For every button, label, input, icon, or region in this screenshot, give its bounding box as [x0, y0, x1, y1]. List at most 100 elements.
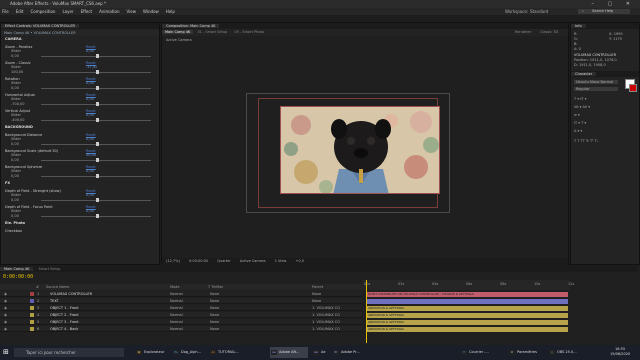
view-select[interactable]: 1 View	[271, 259, 291, 263]
clock[interactable]: 18:55 19/06/2020	[610, 347, 630, 357]
slider-handle[interactable]	[96, 214, 99, 218]
slider-handle[interactable]	[96, 70, 99, 74]
layer-name[interactable]: OBJECT 4 - Back	[50, 326, 78, 332]
slider-handle[interactable]	[96, 86, 99, 90]
layer-mode[interactable]: Normal	[170, 312, 183, 318]
timeline-layer-row[interactable]: 2 TEXT Normal None None ◉	[0, 298, 362, 304]
resolution-select[interactable]: Quarter	[213, 259, 235, 263]
layer-name[interactable]: OBJECT 1 - Front	[50, 305, 79, 311]
exposure-value[interactable]: +0,0	[292, 259, 309, 263]
menu-effect[interactable]: Effect	[81, 9, 93, 14]
baseline-icon[interactable]: A ▾ ▾	[574, 129, 582, 133]
timeline-timecode[interactable]: 0:00:00:00	[3, 274, 33, 280]
layer-trkmat[interactable]: None	[210, 298, 219, 304]
effect-value[interactable]: 0,00	[86, 113, 94, 117]
tab-character[interactable]: Character	[571, 72, 597, 76]
tab-info[interactable]: Info	[571, 24, 586, 28]
text-style-buttons[interactable]: T T TT Tr T¹ T₁	[574, 139, 598, 143]
layer-parent[interactable]: 1. VOLUMAX CO	[312, 312, 340, 318]
visibility-eye-icon[interactable]: ◉	[4, 312, 7, 318]
layer-duration-bar[interactable]	[366, 298, 568, 304]
effect-value[interactable]: 0,00	[86, 81, 94, 85]
window-controls[interactable]: – ▢ ✕	[591, 0, 636, 8]
taskbar-app-button[interactable]: ▤ Explorateur	[135, 347, 169, 358]
font-style-select[interactable]: Regular	[574, 87, 618, 91]
slider-handle[interactable]	[96, 174, 99, 178]
visibility-eye-icon[interactable]: ◉	[4, 319, 7, 325]
layer-trkmat[interactable]: None	[210, 305, 219, 311]
taskbar-app-button[interactable]: Ps Dog_Alph...	[172, 347, 206, 358]
font-select[interactable]: Ubuntu Mono Normal	[574, 80, 618, 84]
layer-color-label[interactable]	[30, 327, 34, 331]
layer-parent[interactable]: None	[312, 298, 321, 304]
effect-value[interactable]: 0,00	[86, 209, 94, 213]
taskbar-app-button[interactable]: ◍ OBS 25.0...	[548, 347, 582, 358]
layer-duration-bar[interactable]: ANIMATION & SETTINGS	[366, 319, 568, 325]
layer-trkmat[interactable]: None	[210, 319, 219, 325]
layer-name[interactable]: OBJECT 2 - Front	[50, 312, 79, 318]
layer-mode[interactable]: Normal	[170, 291, 183, 297]
taskbar-app-button[interactable]: ✉ Courrier -...	[460, 347, 494, 358]
layer-trkmat[interactable]: None	[210, 291, 219, 297]
layer-parent[interactable]: 1. VOLUMAX CO	[312, 305, 340, 311]
slider-handle[interactable]	[96, 158, 99, 162]
slider-handle[interactable]	[96, 198, 99, 202]
taskbar-app-button[interactable]: Ae Adobe Aft...	[270, 347, 308, 358]
taskbar-search-input[interactable]: Taper ici pour rechercher	[14, 348, 124, 357]
scale-icon[interactable]: IT ▾ T ▾	[574, 121, 586, 125]
subtab-main-comp[interactable]: Main Comp 4K	[162, 30, 194, 34]
layer-mode[interactable]: Normal	[170, 319, 183, 325]
stroke-width-icon[interactable]: ≡ ▾	[574, 113, 580, 117]
layer-duration-bar[interactable]: ANIMATION & SETTINGS	[366, 326, 568, 332]
menu-composition[interactable]: Composition	[30, 9, 55, 14]
subtab-smart-photo[interactable]: 05 - Smart Photo	[231, 30, 267, 34]
timeline-layer-row[interactable]: 4 OBJECT 2 - Front Normal None 1. VOLUMAX CO…	[0, 312, 362, 318]
layer-duration-bar[interactable]: DON'T DISTRIBUTE ON VOLUMAX CONTROLLER :…	[366, 291, 568, 297]
timeline-layer-row[interactable]: 3 OBJECT 1 - Front Normal None 1. VOLUMAX CO…	[0, 305, 362, 311]
layer-mode[interactable]: Normal	[170, 305, 183, 311]
layer-mode[interactable]: Normal	[170, 326, 183, 332]
effect-value[interactable]: 50,00	[86, 153, 96, 157]
effect-value[interactable]: -17,92	[86, 65, 97, 69]
visibility-eye-icon[interactable]: ◉	[4, 291, 7, 297]
taskbar-app-button[interactable]: Pr Adobe Pr...	[332, 347, 366, 358]
comp-timecode[interactable]: 0:00:00:00	[185, 259, 212, 263]
subtab-smart-setup[interactable]: 01 - Smart Setup	[194, 30, 230, 34]
timeline-layer-row[interactable]: 5 OBJECT 3 - Front Normal None 1. VOLUMAX CO…	[0, 319, 362, 325]
visibility-eye-icon[interactable]: ◉	[4, 298, 7, 304]
menu-file[interactable]: File	[2, 9, 9, 14]
search-help-input[interactable]: ⌕ Search Help	[578, 9, 630, 14]
tab-smart-setup[interactable]: Smart Setup	[34, 267, 64, 271]
menu-view[interactable]: View	[127, 9, 137, 14]
layer-color-label[interactable]	[30, 292, 34, 296]
timeline-layer-row[interactable]: 6 OBJECT 4 - Back Normal None 1. VOLUMAX CO ◉	[0, 326, 362, 332]
renderer-value[interactable]: Classic 3D	[537, 29, 561, 36]
tab-main-comp[interactable]: Main Comp 4K	[0, 267, 34, 271]
slider-handle[interactable]	[96, 102, 99, 106]
layer-trkmat[interactable]: None	[210, 326, 219, 332]
effect-value[interactable]: 0,00	[86, 193, 94, 197]
camera-select[interactable]: Active Camera	[236, 259, 270, 263]
effect-value[interactable]: 0,00	[86, 169, 94, 173]
layer-trkmat[interactable]: None	[210, 312, 219, 318]
layer-color-label[interactable]	[30, 306, 34, 310]
layer-name[interactable]: VOLUMAX CONTROLLER	[50, 291, 92, 297]
layer-name[interactable]: TEXT	[50, 298, 59, 304]
slider-handle[interactable]	[96, 54, 99, 58]
slider-handle[interactable]	[96, 118, 99, 122]
tracking-icon[interactable]: VA ▾ AV ▾	[574, 105, 590, 109]
layer-color-label[interactable]	[30, 299, 34, 303]
layer-parent[interactable]: 1. VOLUMAX CO	[312, 319, 340, 325]
layer-mode[interactable]: Normal	[170, 298, 183, 304]
comp-viewer-image[interactable]	[280, 106, 440, 194]
text-size-icon[interactable]: T ▾ tT ▾	[574, 97, 587, 101]
timeline-layer-row[interactable]: 1 VOLUMAX CONTROLLER Normal None None ◉	[0, 291, 362, 297]
layer-color-label[interactable]	[30, 313, 34, 317]
menu-layer[interactable]: Layer	[62, 9, 73, 14]
zoom-level[interactable]: (12,7%)	[162, 259, 184, 263]
menu-animation[interactable]: Animation	[99, 9, 119, 14]
visibility-eye-icon[interactable]: ◉	[4, 305, 7, 311]
visibility-eye-icon[interactable]: ◉	[4, 326, 7, 332]
menu-window[interactable]: Window	[143, 9, 159, 14]
taskbar-app-button[interactable]: ⚙ Paramètres	[508, 347, 542, 358]
